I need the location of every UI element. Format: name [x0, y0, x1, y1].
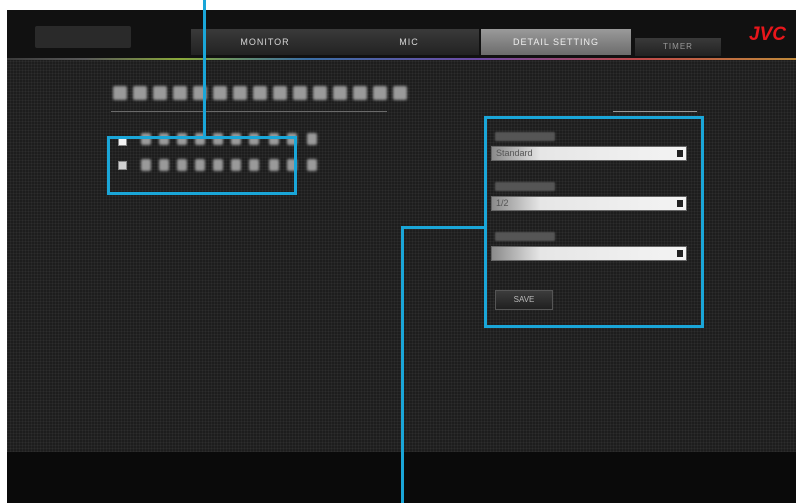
callout-line-top [203, 0, 206, 138]
tab-monitor-label: MONITOR [240, 37, 290, 47]
tab-mic-label: MIC [399, 37, 419, 47]
brand-logo: JVC [749, 24, 786, 45]
callout-line-bottom [401, 226, 404, 503]
callout-line-horizontal [401, 226, 486, 229]
callout-box-settings [484, 116, 704, 328]
heading-underline [111, 111, 387, 112]
header-accent-stripe [7, 58, 796, 60]
tab-mic[interactable]: MIC [339, 29, 480, 55]
callout-box-options [107, 136, 297, 195]
header-bar: MONITOR MIC DETAIL SETTING TIMER JVC [7, 10, 796, 58]
header-logo-slot [35, 26, 131, 48]
tab-timer-label: TIMER [663, 42, 693, 51]
tab-detail-setting[interactable]: DETAIL SETTING [481, 29, 632, 55]
right-underline [613, 111, 697, 112]
tab-timer[interactable]: TIMER [635, 38, 722, 56]
tab-monitor[interactable]: MONITOR [191, 29, 340, 55]
tab-detail-setting-label: DETAIL SETTING [512, 37, 599, 47]
